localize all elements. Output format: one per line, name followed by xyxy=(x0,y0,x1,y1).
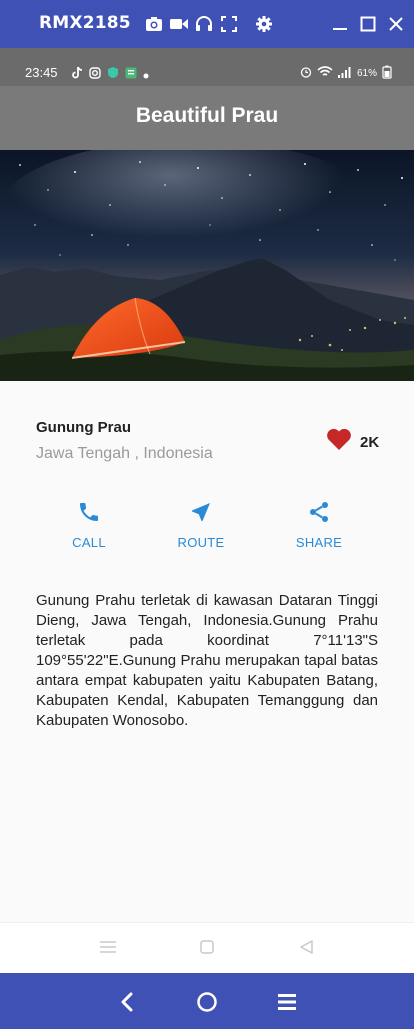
share-button[interactable]: SHARE xyxy=(274,500,364,550)
status-indicators: 61% xyxy=(300,65,392,82)
tiktok-icon xyxy=(72,66,83,82)
camera-icon[interactable] xyxy=(144,14,164,34)
navigation-icon xyxy=(189,500,213,529)
likes-count: 2K xyxy=(360,433,380,451)
call-button[interactable]: CALL xyxy=(44,500,134,550)
video-icon[interactable] xyxy=(169,14,189,34)
gear-icon[interactable] xyxy=(254,14,274,34)
close-icon[interactable] xyxy=(386,14,406,34)
back-chevron-icon[interactable] xyxy=(115,990,139,1014)
vpn-shield-icon xyxy=(107,66,119,82)
menu-lines-icon[interactable] xyxy=(275,990,299,1014)
back-triangle-icon[interactable] xyxy=(296,937,316,957)
route-label: ROUTE xyxy=(177,535,225,550)
app-bar: Beautiful Prau xyxy=(0,86,414,150)
hero-image xyxy=(0,150,414,381)
likes[interactable]: 2K xyxy=(326,428,379,456)
dot-icon xyxy=(143,67,149,82)
place-info: Gunung Prau Jawa Tengah , Indonesia xyxy=(36,419,213,463)
heart-icon[interactable] xyxy=(326,428,352,456)
call-label: CALL xyxy=(72,535,106,550)
place-name: Gunung Prau xyxy=(36,419,131,436)
status-time: 23:45 xyxy=(25,65,58,80)
device-title: RMX2185 xyxy=(39,13,131,33)
emulator-controls xyxy=(0,973,414,1029)
instagram-icon xyxy=(89,66,101,82)
app-icon xyxy=(125,67,137,82)
fullscreen-icon[interactable] xyxy=(219,14,239,34)
phone-screen: 23:45 61% Beautiful Prau Gunung Prau Jaw… xyxy=(0,48,414,973)
menu-icon[interactable] xyxy=(98,937,118,957)
home-square-icon[interactable] xyxy=(197,937,217,957)
route-button[interactable]: ROUTE xyxy=(156,500,246,550)
alarm-icon xyxy=(300,66,312,81)
phone-icon xyxy=(77,500,101,529)
home-circle-icon[interactable] xyxy=(195,990,219,1014)
app-title: Beautiful Prau xyxy=(135,104,279,127)
place-description: Gunung Prahu terletak di kawasan Dataran… xyxy=(36,592,378,729)
headphones-icon[interactable] xyxy=(194,14,214,34)
battery-icon xyxy=(382,65,392,82)
minimize-icon[interactable] xyxy=(330,14,350,34)
battery-percent: 61% xyxy=(356,68,377,79)
place-location: Jawa Tengah , Indonesia xyxy=(36,445,213,462)
status-bar: 23:45 61% xyxy=(0,48,414,86)
notification-icons xyxy=(72,66,149,82)
maximize-icon[interactable] xyxy=(358,14,378,34)
wifi-icon xyxy=(317,66,333,81)
signal-icon xyxy=(337,66,352,81)
emulator-title-bar: RMX2185 xyxy=(0,0,414,48)
android-nav-bar xyxy=(0,922,414,973)
share-label: SHARE xyxy=(295,535,343,550)
share-icon xyxy=(307,500,331,529)
